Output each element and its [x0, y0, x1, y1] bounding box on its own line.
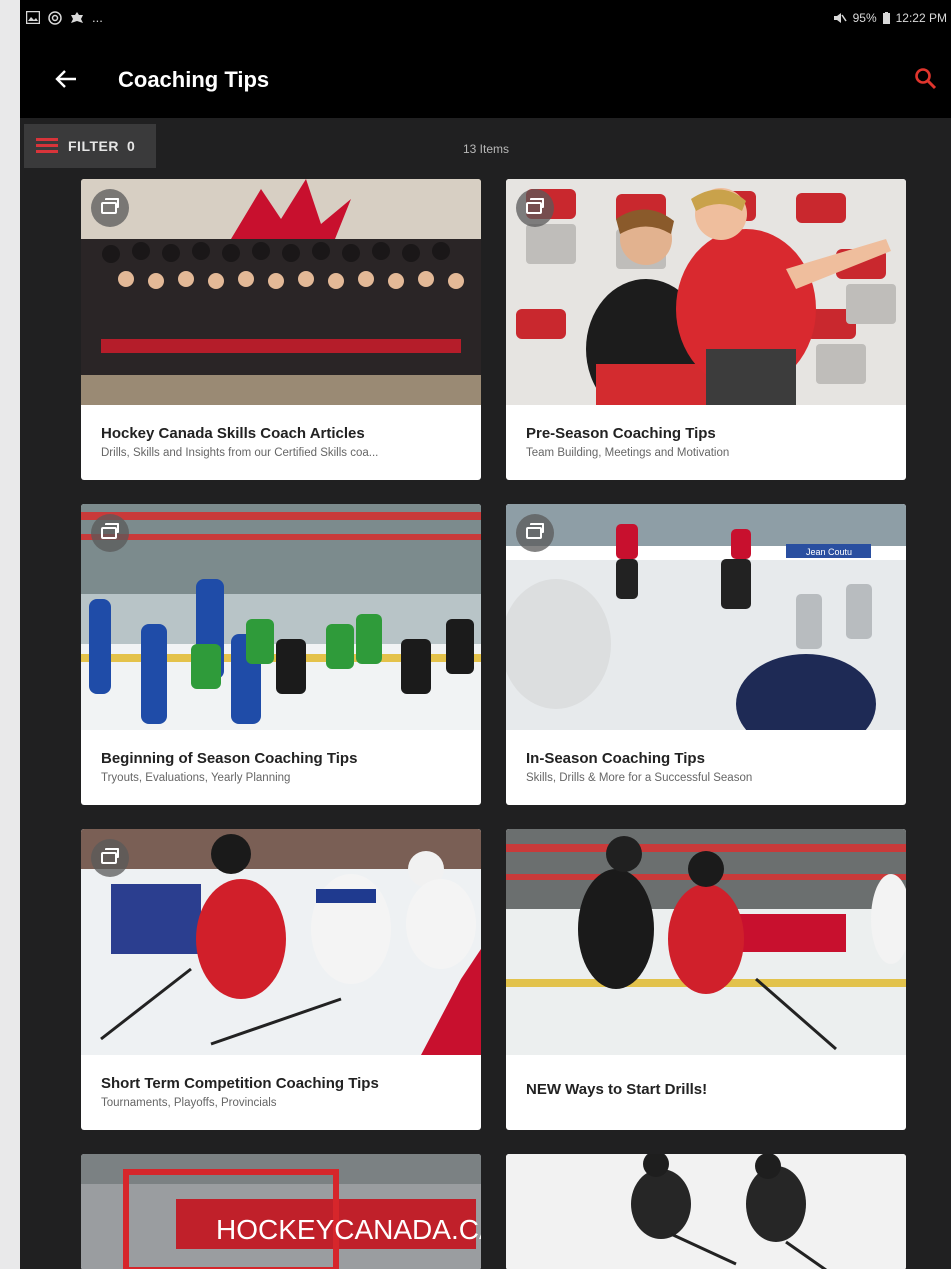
card-beginning-of-season-tips[interactable]: Beginning of Season Coaching Tips Tryout…	[81, 504, 481, 805]
collection-badge-icon	[516, 189, 554, 227]
card-image	[81, 504, 481, 730]
image-icon	[26, 11, 40, 24]
card-partial-1[interactable]: HOCKEYCANADA.CA	[81, 1154, 481, 1269]
card-title: In-Season Coaching Tips	[526, 750, 705, 767]
battery-percent: 95%	[852, 11, 877, 25]
back-button[interactable]	[50, 65, 80, 93]
page-title: Coaching Tips	[118, 67, 270, 92]
collection-badge-icon	[516, 514, 554, 552]
card-subtitle: Team Building, Meetings and Motivation	[526, 447, 730, 459]
card-image	[81, 829, 481, 1055]
card-partial-2[interactable]	[506, 1154, 906, 1269]
app-bar: Coaching Tips	[20, 38, 951, 118]
filter-button[interactable]: FILTER 0	[24, 124, 156, 168]
instagram-icon	[48, 10, 62, 25]
card-title: Hockey Canada Skills Coach Articles	[101, 425, 365, 442]
card-title: Pre-Season Coaching Tips	[526, 425, 716, 442]
collection-badge-icon	[91, 839, 129, 877]
filter-icon	[36, 138, 58, 153]
card-image-banner-text: HOCKEYCANADA.CA	[216, 1214, 481, 1245]
status-left-icons: ...	[26, 10, 103, 25]
card-image	[81, 179, 481, 405]
card-in-season-tips[interactable]: Jean Coutu In-Season Coaching Tips Skill…	[506, 504, 906, 805]
card-subtitle: Tryouts, Evaluations, Yearly Planning	[101, 772, 291, 784]
card-image	[506, 179, 906, 405]
card-pre-season-tips[interactable]: Pre-Season Coaching Tips Team Building, …	[506, 179, 906, 480]
card-image: HOCKEYCANADA.CA	[81, 1154, 481, 1269]
card-subtitle: Tournaments, Playoffs, Provincials	[101, 1097, 277, 1109]
clock: 12:22 PM	[895, 11, 947, 25]
collection-badge-icon	[91, 514, 129, 552]
card-image	[506, 1154, 906, 1269]
card-image: Jean Coutu	[506, 504, 906, 730]
mute-icon	[833, 13, 847, 23]
card-short-term-competition-tips[interactable]: Short Term Competition Coaching Tips Tou…	[81, 829, 481, 1130]
status-more: ...	[92, 10, 103, 25]
app-window: ... 95% 12:22 PM Coaching Tips FILTER 0 …	[20, 0, 951, 1269]
card-subtitle: Drills, Skills and Insights from our Cer…	[101, 447, 379, 459]
card-title: Beginning of Season Coaching Tips	[101, 750, 358, 767]
card-subtitle: Skills, Drills & More for a Successful S…	[526, 772, 753, 784]
search-button[interactable]	[913, 66, 939, 92]
card-title: Short Term Competition Coaching Tips	[101, 1075, 379, 1092]
game-icon	[71, 11, 83, 23]
card-new-ways-start-drills[interactable]: NEW Ways to Start Drills!	[506, 829, 906, 1130]
search-icon	[915, 68, 937, 90]
arrow-left-icon	[55, 70, 76, 88]
status-bar: ... 95% 12:22 PM	[20, 0, 951, 38]
card-image	[506, 829, 906, 1055]
items-count: 13 Items	[463, 142, 510, 156]
filter-bar: FILTER 0 13 Items	[20, 118, 951, 176]
collection-badge-icon	[91, 189, 129, 227]
status-right: 95% 12:22 PM	[833, 11, 947, 25]
filter-label: FILTER	[68, 138, 119, 154]
rink-banner-text: Jean Coutu	[806, 547, 852, 557]
battery-icon	[882, 12, 890, 24]
card-skills-coach-articles[interactable]: Hockey Canada Skills Coach Articles Dril…	[81, 179, 481, 480]
filter-count: 0	[126, 138, 135, 154]
card-title: NEW Ways to Start Drills!	[526, 1081, 708, 1098]
